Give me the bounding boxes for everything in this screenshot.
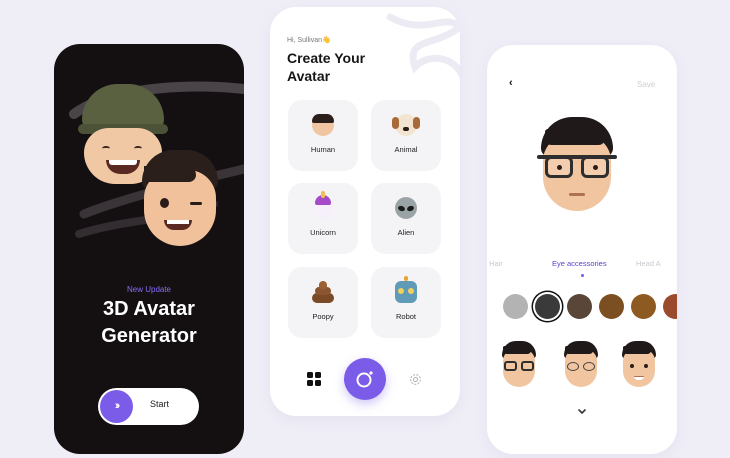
- category-alien[interactable]: Alien: [371, 183, 441, 254]
- color-swatch-brown[interactable]: [599, 294, 624, 319]
- category-label: Human: [310, 145, 336, 154]
- color-swatch-dark-gray[interactable]: [535, 294, 560, 319]
- title-line-2: Generator: [101, 325, 197, 347]
- glasses-option-thin[interactable]: [563, 341, 599, 387]
- chevron-down-icon[interactable]: [577, 407, 587, 417]
- app-title: 3D Avatar Generator: [54, 296, 244, 350]
- camera-button[interactable]: [344, 358, 386, 400]
- avatar-editor-screen: ‹ Save Facial Hair Eye accessories Head …: [487, 45, 677, 454]
- winking-avatar-image: [140, 150, 220, 248]
- update-tag: New Update: [126, 285, 172, 294]
- category-label: Robot: [395, 312, 416, 321]
- color-swatch-light-gray[interactable]: [503, 294, 528, 319]
- double-chevron-right-icon[interactable]: ››: [100, 390, 133, 423]
- category-animal[interactable]: Animal: [371, 100, 441, 171]
- category-robot[interactable]: Robot: [371, 267, 441, 338]
- page-title: Create Your Avatar: [287, 50, 366, 84]
- chevron-left-icon[interactable]: ‹: [509, 77, 513, 89]
- greeting: Hi, Sullivan👋: [287, 37, 331, 44]
- tab-eye-accessories[interactable]: Eye accessories: [552, 259, 607, 268]
- tab-facial-hair[interactable]: Facial Hair: [487, 259, 503, 268]
- settings-gear-icon[interactable]: [409, 373, 422, 386]
- save-button[interactable]: Save: [637, 80, 655, 89]
- grid-icon[interactable]: [307, 372, 321, 386]
- splash-screen: New Update 3D Avatar Generator ›› Start: [54, 44, 244, 454]
- active-tab-indicator: [581, 274, 584, 277]
- create-avatar-screen: Hi, Sullivan👋 Create Your Avatar Human A…: [270, 7, 460, 416]
- start-label: Start: [150, 399, 170, 409]
- avatar-preview-image: [537, 117, 617, 213]
- human-face-icon: [312, 114, 334, 136]
- alien-face-icon: [395, 197, 417, 219]
- robot-face-icon: [395, 276, 417, 303]
- color-swatch-rust[interactable]: [663, 294, 677, 319]
- color-swatch-amber[interactable]: [631, 294, 656, 319]
- glasses-option-none[interactable]: [621, 341, 657, 387]
- start-slider[interactable]: ›› Start: [98, 388, 199, 425]
- category-unicorn[interactable]: Unicorn: [288, 183, 358, 254]
- category-label: Animal: [394, 145, 418, 154]
- camera-icon: [356, 371, 373, 388]
- category-human[interactable]: Human: [288, 100, 358, 171]
- category-poopy[interactable]: Poopy: [288, 267, 358, 338]
- category-label: Unicorn: [310, 228, 336, 237]
- poop-icon: [312, 281, 334, 303]
- unicorn-face-icon: [312, 191, 334, 219]
- tab-head-accessories[interactable]: Head A: [636, 259, 661, 268]
- title-line-1: 3D Avatar: [103, 298, 195, 320]
- dog-face-icon: [392, 114, 420, 136]
- glasses-option-thick[interactable]: [501, 341, 537, 387]
- category-label: Alien: [397, 228, 415, 237]
- category-label: Poopy: [312, 312, 334, 321]
- color-swatch-dark-brown[interactable]: [567, 294, 592, 319]
- accessory-tabs: Facial Hair Eye accessories Head A: [487, 259, 677, 273]
